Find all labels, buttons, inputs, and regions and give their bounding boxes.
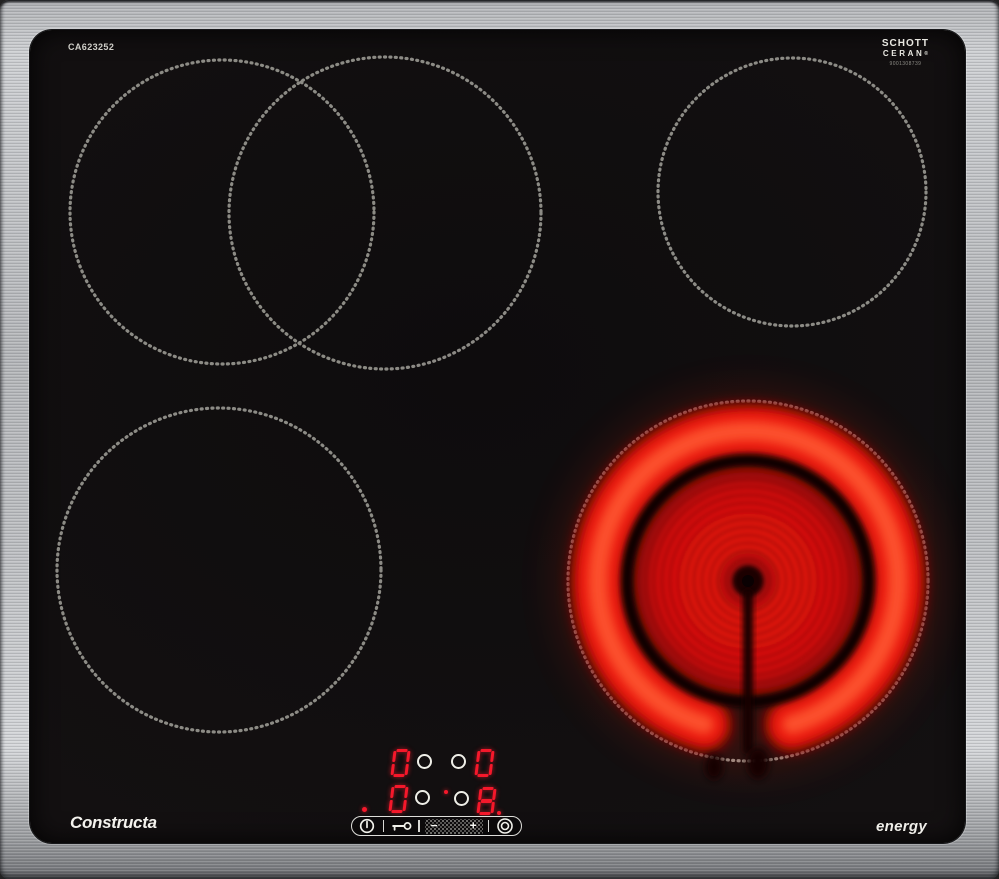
heating-element-active-front-right [553, 386, 943, 780]
zone-marking-back-left-roaster-right [227, 55, 543, 371]
strip-divider [418, 820, 420, 832]
display-front-right-decimal-dot [497, 811, 501, 815]
zone-marking-back-left-roaster-left [68, 58, 376, 366]
display-front-left [388, 785, 409, 813]
element-center-dot [742, 575, 754, 587]
glass-serial-number: 9001308739 [889, 61, 922, 67]
schott-logo-line1: SCHOTT [881, 38, 929, 49]
cooking-zones-graphic [55, 55, 943, 780]
ceran-glass-surface: CA623252 SCHOTT CERAN® 9001308739 − + Co… [30, 30, 965, 843]
schott-logo-line2: CERAN® [882, 49, 929, 58]
zone-indicator-ring-back-left [417, 754, 432, 769]
display-back-right [474, 749, 495, 777]
model-number: CA623252 [68, 42, 115, 52]
power-indicator-dot [362, 807, 367, 812]
power-level-slider[interactable]: − + [424, 818, 483, 834]
front-right-active-dot [444, 790, 448, 794]
display-back-left [390, 749, 411, 777]
display-front-right [476, 787, 497, 815]
power-button[interactable] [359, 818, 375, 834]
dual-zone-button[interactable] [496, 817, 514, 835]
strip-divider [383, 820, 385, 832]
control-strip: − + [351, 816, 522, 836]
child-lock-button[interactable] [391, 818, 413, 834]
constructa-logo: Constructa [70, 813, 157, 832]
increase-button[interactable]: + [470, 820, 477, 832]
thermostat-stem-shadow [743, 589, 753, 754]
stem-base-shadow [747, 747, 769, 779]
cable-shadow [705, 754, 723, 780]
zone-indicator-ring-front-right [454, 791, 469, 806]
zone-indicator-ring-back-right [451, 754, 466, 769]
dual-circle-icon [497, 818, 513, 834]
energy-badge: energy [876, 818, 927, 835]
strip-divider [487, 820, 489, 832]
schott-ceran-logo: SCHOTT CERAN® 9001308739 [882, 39, 929, 67]
key-icon [392, 822, 412, 831]
zone-marking-back-right [656, 56, 928, 328]
registered-mark: ® [924, 51, 929, 57]
zone-indicator-ring-front-left [415, 790, 430, 805]
cooktop-stainless-frame: CA623252 SCHOTT CERAN® 9001308739 − + Co… [0, 0, 999, 879]
decrease-button[interactable]: − [431, 820, 438, 832]
zone-marking-front-left [55, 406, 383, 734]
power-icon [359, 818, 375, 834]
